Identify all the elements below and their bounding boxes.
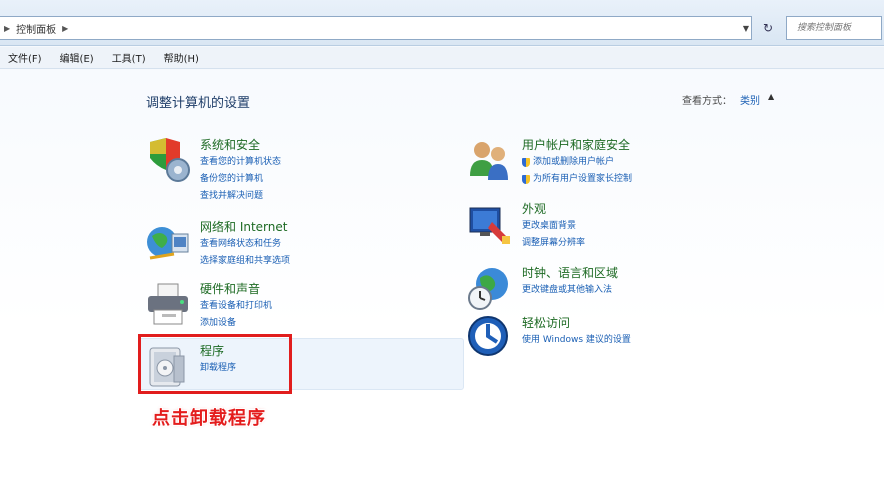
refresh-icon[interactable]: ↻ xyxy=(756,16,780,40)
category-title[interactable]: 网络和 Internet xyxy=(200,218,290,236)
appearance-icon[interactable] xyxy=(466,200,514,248)
link-windows-suggested-settings[interactable]: 使用 Windows 建议的设置 xyxy=(522,332,631,349)
view-by-arrow-icon[interactable]: ▲ xyxy=(768,92,774,101)
link-find-fix-problems[interactable]: 查找并解决问题 xyxy=(200,188,281,205)
link-change-background[interactable]: 更改桌面背景 xyxy=(522,218,585,235)
link-label: 添加或删除用户帐户 xyxy=(533,157,615,167)
link-add-remove-users[interactable]: 添加或删除用户帐户 xyxy=(522,154,632,171)
category-title[interactable]: 系统和安全 xyxy=(200,136,281,154)
link-view-computer-status[interactable]: 查看您的计算机状态 xyxy=(200,154,281,171)
category-network-internet: 网络和 Internet 查看网络状态和任务 选择家庭组和共享选项 xyxy=(144,218,290,270)
link-label: 为所有用户设置家长控制 xyxy=(533,174,633,184)
link-parental-controls[interactable]: 为所有用户设置家长控制 xyxy=(522,171,632,188)
breadcrumb-control-panel[interactable]: 控制面板 xyxy=(16,21,56,36)
category-clock-language-region: 时钟、语言和区域 更改键盘或其他输入法 xyxy=(466,264,618,312)
address-dropdown-icon[interactable]: ▼ xyxy=(738,16,754,40)
link-backup-computer[interactable]: 备份您的计算机 xyxy=(200,171,281,188)
category-title[interactable]: 时钟、语言和区域 xyxy=(522,264,618,282)
ease-of-access-icon[interactable] xyxy=(466,314,514,362)
address-bar: ▶ 控制面板 ▶ ▼ ↻ xyxy=(0,0,884,46)
network-globe-icon[interactable] xyxy=(144,218,192,266)
printer-icon[interactable] xyxy=(144,280,192,328)
highlight-box xyxy=(138,334,292,394)
category-title[interactable]: 用户帐户和家庭安全 xyxy=(522,136,632,154)
category-title[interactable]: 轻松访问 xyxy=(522,314,631,332)
link-change-keyboard-input[interactable]: 更改键盘或其他输入法 xyxy=(522,282,618,299)
clock-globe-icon[interactable] xyxy=(466,264,514,312)
breadcrumb-arrow-icon[interactable]: ▶ xyxy=(4,24,10,33)
menu-file[interactable]: 文件(F) xyxy=(8,50,42,65)
menu-help[interactable]: 帮助(H) xyxy=(164,50,199,65)
uac-shield-icon xyxy=(522,158,530,167)
category-title[interactable]: 硬件和声音 xyxy=(200,280,272,298)
category-system-security: 系统和安全 查看您的计算机状态 备份您的计算机 查找并解决问题 xyxy=(144,136,281,205)
view-by-dropdown[interactable]: 类别 xyxy=(740,92,760,107)
menu-tools[interactable]: 工具(T) xyxy=(112,50,146,65)
link-network-status[interactable]: 查看网络状态和任务 xyxy=(200,236,290,253)
category-hardware-sound: 硬件和声音 查看设备和打印机 添加设备 xyxy=(144,280,272,332)
system-security-icon[interactable] xyxy=(144,136,192,184)
menu-edit[interactable]: 编辑(E) xyxy=(60,50,94,65)
category-ease-of-access: 轻松访问 使用 Windows 建议的设置 xyxy=(466,314,631,362)
link-devices-printers[interactable]: 查看设备和打印机 xyxy=(200,298,272,315)
main-content: 调整计算机的设置 查看方式： 类别 ▲ 系统和安全 查看您的计算机状态 备份您的… xyxy=(0,70,884,496)
control-panel-window: ▶ 控制面板 ▶ ▼ ↻ 文件(F) 编辑(E) 工具(T) 帮助(H) 调整计… xyxy=(0,0,884,496)
menu-bar: 文件(F) 编辑(E) 工具(T) 帮助(H) xyxy=(0,47,884,69)
link-homegroup-sharing[interactable]: 选择家庭组和共享选项 xyxy=(200,253,290,270)
category-title[interactable]: 外观 xyxy=(522,200,585,218)
users-icon[interactable] xyxy=(466,136,514,184)
annotation-text: 点击卸载程序 xyxy=(152,408,266,429)
link-add-device[interactable]: 添加设备 xyxy=(200,315,272,332)
category-user-accounts: 用户帐户和家庭安全 添加或删除用户帐户 为所有用户设置家长控制 xyxy=(466,136,632,188)
page-title: 调整计算机的设置 xyxy=(146,96,251,111)
address-box[interactable]: ▶ 控制面板 ▶ xyxy=(0,16,752,40)
search-input[interactable] xyxy=(786,16,882,40)
category-appearance: 外观 更改桌面背景 调整屏幕分辨率 xyxy=(466,200,585,252)
breadcrumb-chevron-icon[interactable]: ▶ xyxy=(62,24,68,33)
view-by-label: 查看方式： xyxy=(682,96,732,107)
link-screen-resolution[interactable]: 调整屏幕分辨率 xyxy=(522,235,585,252)
uac-shield-icon xyxy=(522,175,530,184)
